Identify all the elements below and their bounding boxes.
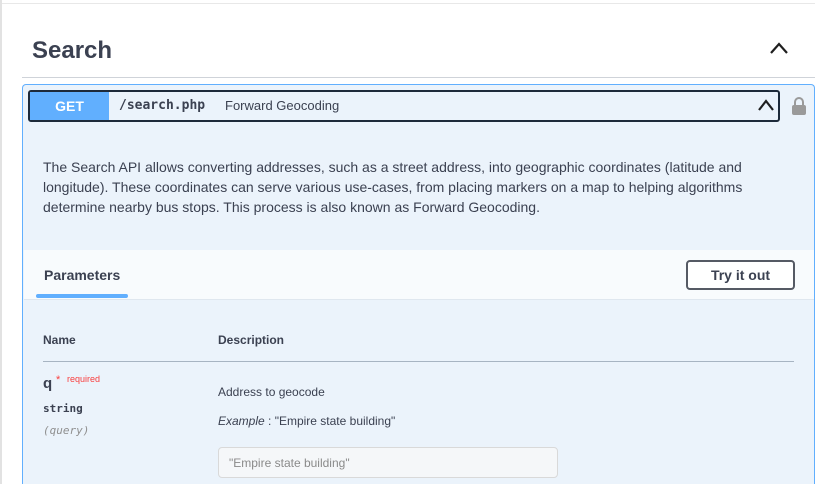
tab-parameters-label: Parameters — [44, 267, 121, 283]
parameter-example: Example : "Empire state building" — [218, 414, 395, 428]
operation-summary-text: Forward Geocoding — [225, 98, 340, 113]
chevron-up-icon[interactable] — [757, 98, 775, 112]
required-star: * — [56, 374, 61, 386]
parameter-type: string — [43, 402, 83, 415]
parameter-description: Address to geocode — [218, 385, 325, 399]
lock-icon[interactable] — [791, 96, 807, 116]
table-divider — [43, 361, 794, 362]
tab-parameters[interactable]: Parameters — [36, 250, 128, 300]
method-badge: GET — [30, 92, 109, 120]
try-it-out-button[interactable]: Try it out — [686, 260, 795, 290]
example-value: : "Empire state building" — [264, 414, 396, 428]
left-border — [0, 0, 2, 484]
chevron-up-icon[interactable] — [769, 41, 789, 55]
parameters-header: Parameters Try it out — [24, 250, 814, 300]
q-parameter-input[interactable] — [218, 447, 558, 478]
operation-summary[interactable]: GET /search.php Forward Geocoding — [28, 90, 780, 122]
parameter-location: (query) — [43, 424, 90, 437]
column-header-description: Description — [218, 333, 285, 347]
operation-path: /search.php — [119, 98, 206, 113]
top-divider — [0, 0, 815, 4]
column-header-name: Name — [43, 333, 76, 347]
tag-section-header[interactable]: Search — [22, 24, 815, 78]
example-label: Example — [218, 414, 265, 428]
parameter-name: q — [43, 375, 53, 392]
required-label: required — [67, 374, 101, 384]
tab-active-indicator — [36, 294, 128, 298]
operation-block: GET /search.php Forward Geocoding The Se… — [22, 84, 815, 484]
operation-description: The Search API allows converting address… — [43, 159, 743, 215]
tag-title: Search — [32, 37, 113, 64]
